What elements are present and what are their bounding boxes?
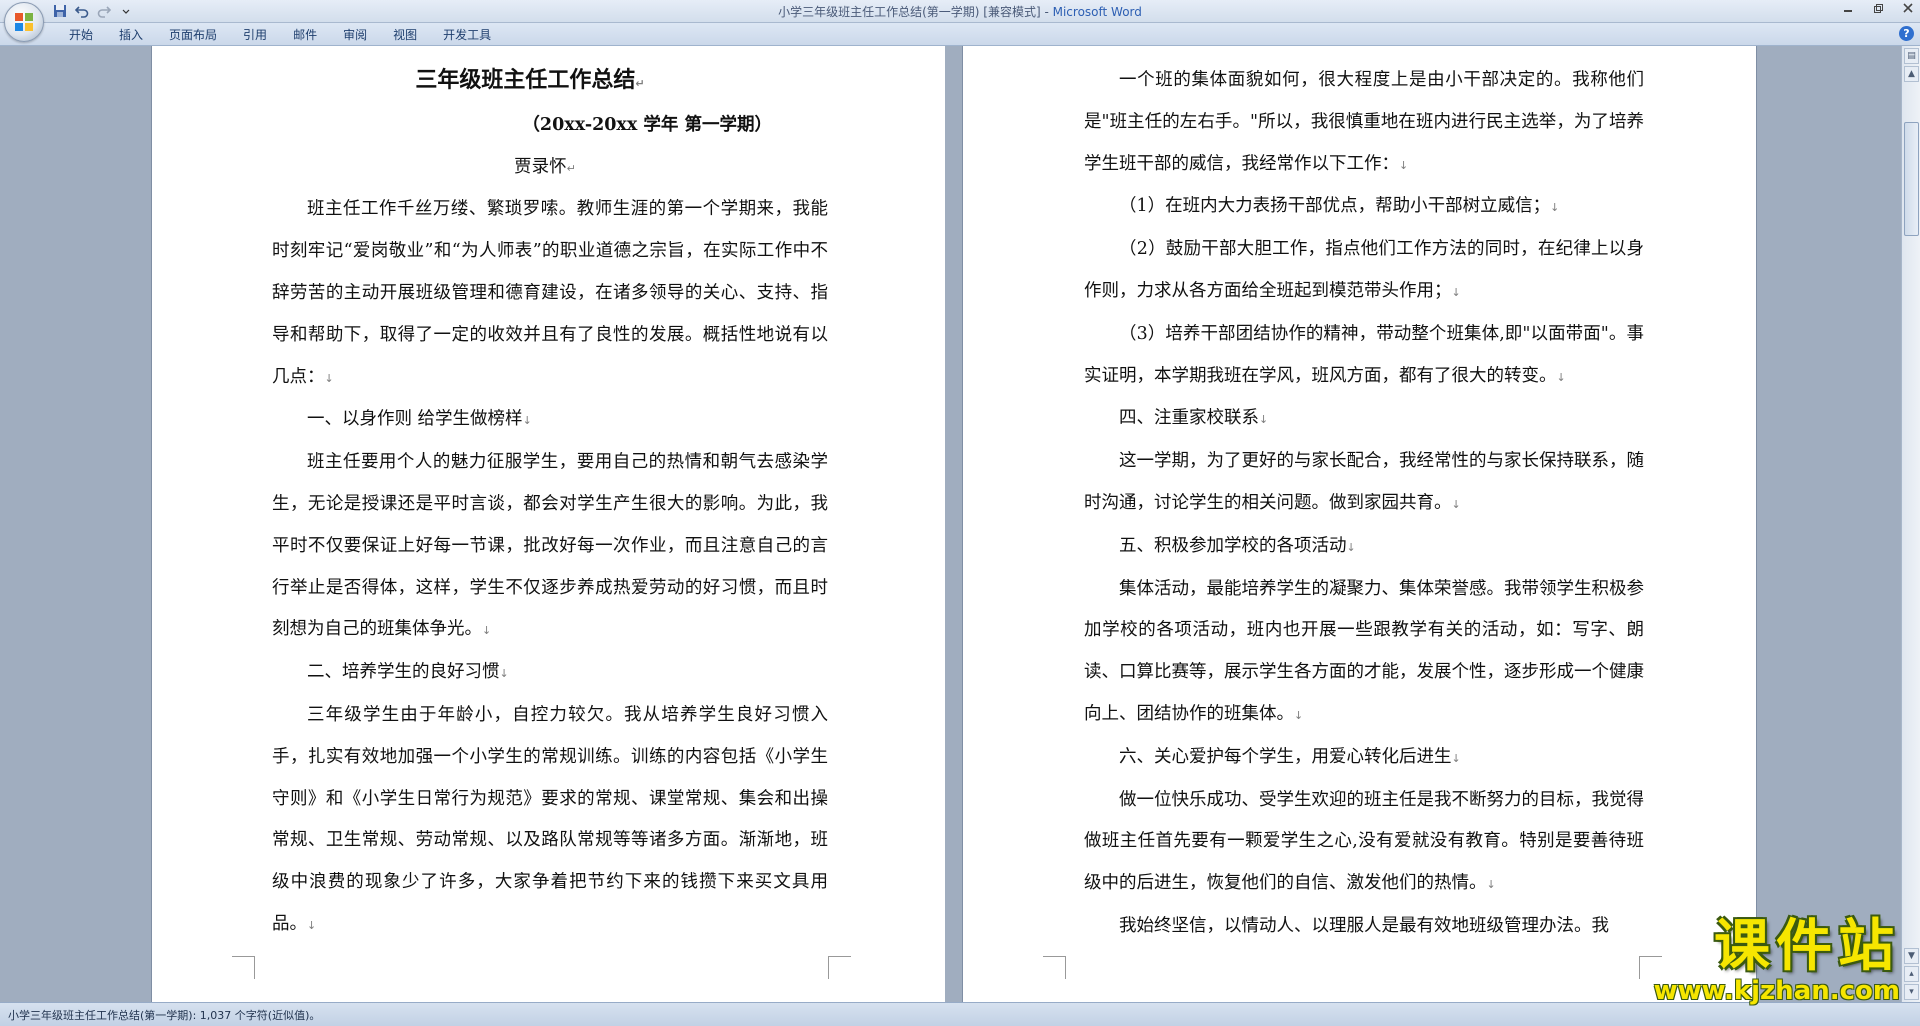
paragraph-mark: ↓ xyxy=(522,414,532,428)
document-page-2[interactable]: 一个班的集体面貌如何，很大程度上是由小干部决定的。我称他们是"班主任的左右手。"… xyxy=(962,46,1757,1002)
ribbon-tab[interactable]: 插入 xyxy=(106,27,156,43)
body-paragraph: 一个班的集体面貌如何，很大程度上是由小干部决定的。我称他们是"班主任的左右手。"… xyxy=(1084,60,1644,186)
page-1-content: 三年级班主任工作总结↵ （20xx-20xx 学年 第一学期） 贾录怀↵ 班主任… xyxy=(272,60,828,947)
body-paragraph: （3）培养干部团结协作的精神，带动整个班集体,即"以面带面"。事实证明，本学期我… xyxy=(1084,314,1644,399)
section-heading: 五、积极参加学校的各项活动↓ xyxy=(1084,526,1644,569)
status-text: 小学三年级班主任工作总结(第一学期): 1,037 个字符(近似值)。 xyxy=(8,1009,321,1022)
paragraph-text: （2）鼓励干部大胆工作，指点他们工作方法的同时，在纪律上以身作则，力求从各方面给… xyxy=(1084,239,1644,301)
restore-icon[interactable] xyxy=(1870,2,1886,18)
ribbon-tab[interactable]: 页面布局 xyxy=(156,27,230,43)
paragraph-mark: ↵ xyxy=(635,77,645,90)
ribbon-tab[interactable]: 审阅 xyxy=(330,27,380,43)
help-icon[interactable]: ? xyxy=(1899,26,1914,41)
watermark-logo: 课件站 www.kjzhan.com xyxy=(1653,914,1900,1006)
paragraph-mark: ↓ xyxy=(1451,497,1461,511)
close-icon[interactable] xyxy=(1900,2,1916,18)
body-paragraph: 三年级学生由于年龄小，自控力较欠。我从培养学生良好习惯入手，扎实有效地加强一个小… xyxy=(272,695,828,947)
window-title-doc: 小学三年级班主任工作总结(第一学期) [兼容模式] xyxy=(778,5,1041,19)
paragraph-text: 做一位快乐成功、受学生欢迎的班主任是我不断努力的目标，我觉得做班主任首先要有一颗… xyxy=(1084,789,1644,894)
paragraph-text: 三年级学生由于年龄小，自控力较欠。我从培养学生良好习惯入手，扎实有效地加强一个小… xyxy=(272,704,828,934)
ribbon-tab[interactable]: 开始 xyxy=(56,27,106,43)
scroll-up-icon[interactable]: ▲ xyxy=(1904,66,1919,82)
page-gap xyxy=(945,46,961,1002)
title-bar: 小学三年级班主任工作总结(第一学期) [兼容模式] - Microsoft Wo… xyxy=(0,0,1920,42)
paragraph-mark: ↓ xyxy=(1259,413,1269,427)
body-paragraph: 集体活动，最能培养学生的凝聚力、集体荣誉感。我带领学生积极参加学校的各项活动，班… xyxy=(1084,569,1644,737)
document-author-text: 贾录怀 xyxy=(514,156,567,177)
body-paragraph: 班主任工作千丝万缕、繁琐罗嗦。教师生涯的第一个学期来，我能时刻牢记“爱岗敬业”和… xyxy=(272,189,828,399)
document-workspace: 三年级班主任工作总结↵ （20xx-20xx 学年 第一学期） 贾录怀↵ 班主任… xyxy=(0,46,1902,1002)
document-subtitle: （20xx-20xx 学年 第一学期） xyxy=(272,105,828,147)
paragraph-text: 四、注重家校联系 xyxy=(1119,408,1259,429)
document-title-text: 三年级班主任工作总结 xyxy=(415,67,636,93)
ruler-toggle-icon[interactable]: ▤ xyxy=(1904,48,1919,64)
document-subtitle-text: （20xx-20xx 学年 第一学期） xyxy=(522,114,772,135)
paragraph-text: 一个班的集体面貌如何，很大程度上是由小干部决定的。我称他们是"班主任的左右手。"… xyxy=(1084,70,1644,174)
window-title-app: Microsoft Word xyxy=(1052,5,1142,19)
ribbon-tabs: 开始 插入 页面布局 引用 邮件 审阅 视图 开发工具 xyxy=(56,27,504,43)
office-button[interactable] xyxy=(4,2,44,42)
paragraph-mark: ↓ xyxy=(499,667,509,681)
document-author: 贾录怀↵ xyxy=(272,147,828,190)
paragraph-text: 五、积极参加学校的各项活动 xyxy=(1119,535,1347,556)
body-paragraph: （2）鼓励干部大胆工作，指点他们工作方法的同时，在纪律上以身作则，力求从各方面给… xyxy=(1084,229,1644,314)
ribbon-tab[interactable]: 开发工具 xyxy=(430,27,504,43)
status-bar: 小学三年级班主任工作总结(第一学期): 1,037 个字符(近似值)。 xyxy=(0,1002,1920,1026)
office-logo-icon xyxy=(15,13,33,31)
paragraph-text: 一、以身作则 给学生做榜样 xyxy=(307,409,523,430)
body-paragraph: （1）在班内大力表扬干部优点，帮助小干部树立威信；↓ xyxy=(1084,186,1644,229)
window-title-separator: - xyxy=(1040,5,1053,19)
window-title: 小学三年级班主任工作总结(第一学期) [兼容模式] - Microsoft Wo… xyxy=(0,3,1920,20)
paragraph-mark: ↓ xyxy=(1486,878,1496,892)
document-page-1[interactable]: 三年级班主任工作总结↵ （20xx-20xx 学年 第一学期） 贾录怀↵ 班主任… xyxy=(151,46,946,1002)
paragraph-mark: ↓ xyxy=(1451,751,1461,765)
paragraph-mark: ↓ xyxy=(307,918,317,932)
paragraph-mark: ↓ xyxy=(1399,158,1409,172)
scrollbar-thumb[interactable] xyxy=(1904,122,1919,236)
watermark-title: 课件站 xyxy=(1714,914,1900,979)
paragraph-mark: ↓ xyxy=(1451,285,1461,299)
paragraph-mark: ↓ xyxy=(482,624,492,638)
ribbon-tab[interactable]: 邮件 xyxy=(280,27,330,43)
ribbon-tab-bar: 开始 插入 页面布局 引用 邮件 审阅 视图 开发工具 ? xyxy=(0,23,1920,46)
body-paragraph: 班主任要用个人的魅力征服学生，要用自己的热情和朝气去感染学生，无论是授课还是平时… xyxy=(272,442,828,652)
body-paragraph: 这一学期，为了更好的与家长配合，我经常性的与家长保持联系，随时沟通，讨论学生的相… xyxy=(1084,441,1644,526)
crop-mark xyxy=(1043,956,1066,979)
next-page-icon[interactable]: ▾ xyxy=(1904,984,1919,1000)
section-heading: 四、注重家校联系↓ xyxy=(1084,398,1644,441)
previous-page-icon[interactable]: ▴ xyxy=(1904,966,1919,982)
paragraph-mark: ↓ xyxy=(1294,708,1304,722)
paragraph-mark: ↓ xyxy=(1556,370,1566,384)
section-heading: 二、培养学生的良好习惯↓ xyxy=(272,652,828,695)
body-paragraph: 做一位快乐成功、受学生欢迎的班主任是我不断努力的目标，我觉得做班主任首先要有一颗… xyxy=(1084,780,1644,906)
watermark-url: www.kjzhan.com xyxy=(1653,976,1900,1006)
paragraph-mark: ↓ xyxy=(1550,201,1560,215)
paragraph-mark: ↵ xyxy=(566,161,576,175)
paragraph-text: 六、关心爱护每个学生，用爱心转化后进生 xyxy=(1119,746,1452,767)
paragraph-text: （1）在班内大力表扬干部优点，帮助小干部树立威信； xyxy=(1119,196,1551,217)
vertical-scrollbar[interactable]: ▤ ▲ ▼ ▴ ▾ xyxy=(1901,46,1920,1002)
minimize-icon[interactable] xyxy=(1840,2,1856,18)
ribbon-tab[interactable]: 引用 xyxy=(230,27,280,43)
body-paragraph: 我始终坚信，以情动人、以理服人是最有效地班级管理办法。我 xyxy=(1084,906,1644,948)
section-heading: 六、关心爱护每个学生，用爱心转化后进生↓ xyxy=(1084,737,1644,780)
scroll-down-icon[interactable]: ▼ xyxy=(1904,948,1919,964)
paragraph-text: 二、培养学生的良好习惯 xyxy=(307,662,500,683)
paragraph-text: 这一学期，为了更好的与家长配合，我经常性的与家长保持联系，随时沟通，讨论学生的相… xyxy=(1084,451,1644,513)
paragraph-mark: ↓ xyxy=(1346,540,1356,554)
paragraph-text: 班主任工作千丝万缕、繁琐罗嗦。教师生涯的第一个学期来，我能时刻牢记“爱岗敬业”和… xyxy=(272,199,828,387)
page-2-content: 一个班的集体面貌如何，很大程度上是由小干部决定的。我称他们是"班主任的左右手。"… xyxy=(1084,60,1644,948)
paragraph-mark: ↓ xyxy=(324,371,334,385)
crop-mark xyxy=(232,956,255,979)
document-title: 三年级班主任工作总结↵ xyxy=(272,60,828,105)
paragraph-text: 集体活动，最能培养学生的凝聚力、集体荣誉感。我带领学生积极参加学校的各项活动，班… xyxy=(1084,578,1644,724)
window-controls xyxy=(1840,2,1916,18)
paragraph-text: 班主任要用个人的魅力征服学生，要用自己的热情和朝气去感染学生，无论是授课还是平时… xyxy=(272,452,828,640)
crop-mark xyxy=(828,956,851,979)
paragraph-text: 我始终坚信，以情动人、以理服人是最有效地班级管理办法。我 xyxy=(1119,915,1609,936)
ribbon-tab[interactable]: 视图 xyxy=(380,27,430,43)
section-heading: 一、以身作则 给学生做榜样↓ xyxy=(272,399,828,442)
